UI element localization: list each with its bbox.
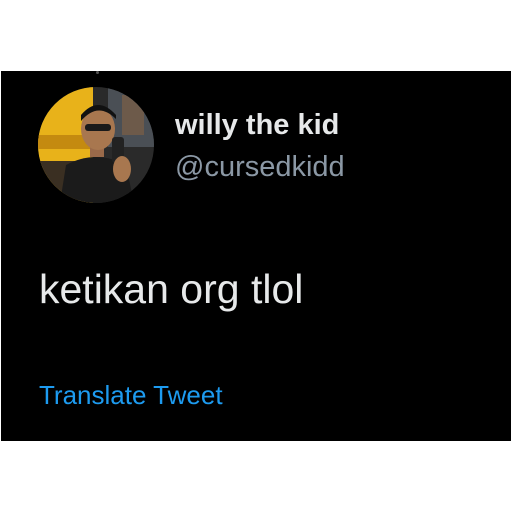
profile-photo-icon — [38, 87, 154, 203]
translate-tweet-link[interactable]: Translate Tweet — [39, 378, 223, 412]
display-name[interactable]: willy the kid — [175, 107, 339, 143]
tweet-card: willy the kid @cursedkidd ketikan org tl… — [1, 71, 511, 441]
avatar[interactable] — [38, 87, 154, 203]
tweet-text: ketikan org tlol — [39, 266, 304, 312]
user-handle[interactable]: @cursedkidd — [175, 149, 345, 185]
divider-dot — [96, 71, 99, 74]
